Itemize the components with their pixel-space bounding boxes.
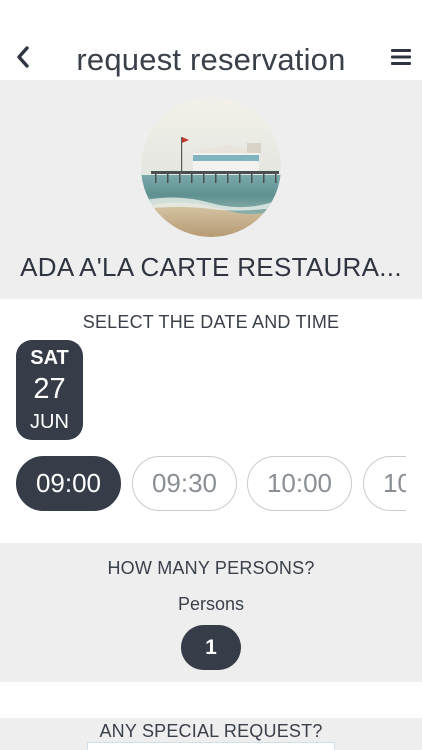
time-slot-selected[interactable]: 09:00 xyxy=(16,456,121,511)
restaurant-hero: ADA A'LA CARTE RESTAURA... xyxy=(0,80,422,299)
date-month: JUN xyxy=(30,411,69,433)
date-time-section: SELECT THE DATE AND TIME SAT 27 JUN 09:0… xyxy=(0,299,422,543)
persons-label: Persons xyxy=(177,594,245,614)
time-slot[interactable]: 10:00 xyxy=(247,456,352,511)
menu-button[interactable] xyxy=(388,44,414,70)
persons-section: HOW MANY PERSONS? Persons 1 xyxy=(0,543,422,682)
date-day-number: 27 xyxy=(33,373,66,405)
app-header: request reservation xyxy=(0,0,422,80)
restaurant-name: ADA A'LA CARTE RESTAURA... xyxy=(20,252,402,282)
time-slot[interactable]: 09:30 xyxy=(132,456,237,511)
special-request-section: ANY SPECIAL REQUEST? xyxy=(0,718,422,750)
special-request-heading: ANY SPECIAL REQUEST? xyxy=(99,721,323,741)
date-day-of-week: SAT xyxy=(30,347,69,369)
time-slot[interactable]: 10:30 xyxy=(363,456,406,511)
persons-count-button[interactable]: 1 xyxy=(181,625,241,670)
date-time-heading: SELECT THE DATE AND TIME xyxy=(82,312,340,332)
persons-heading: HOW MANY PERSONS? xyxy=(107,558,315,578)
section-divider xyxy=(0,682,422,718)
special-request-input[interactable] xyxy=(87,742,335,750)
date-card-selected[interactable]: SAT 27 JUN xyxy=(16,340,83,440)
restaurant-photo xyxy=(141,97,281,237)
time-slot-list[interactable]: 09:00 09:30 10:00 10:30 xyxy=(16,456,406,512)
page-title: request reservation xyxy=(76,42,346,77)
hamburger-menu-icon xyxy=(391,49,411,65)
